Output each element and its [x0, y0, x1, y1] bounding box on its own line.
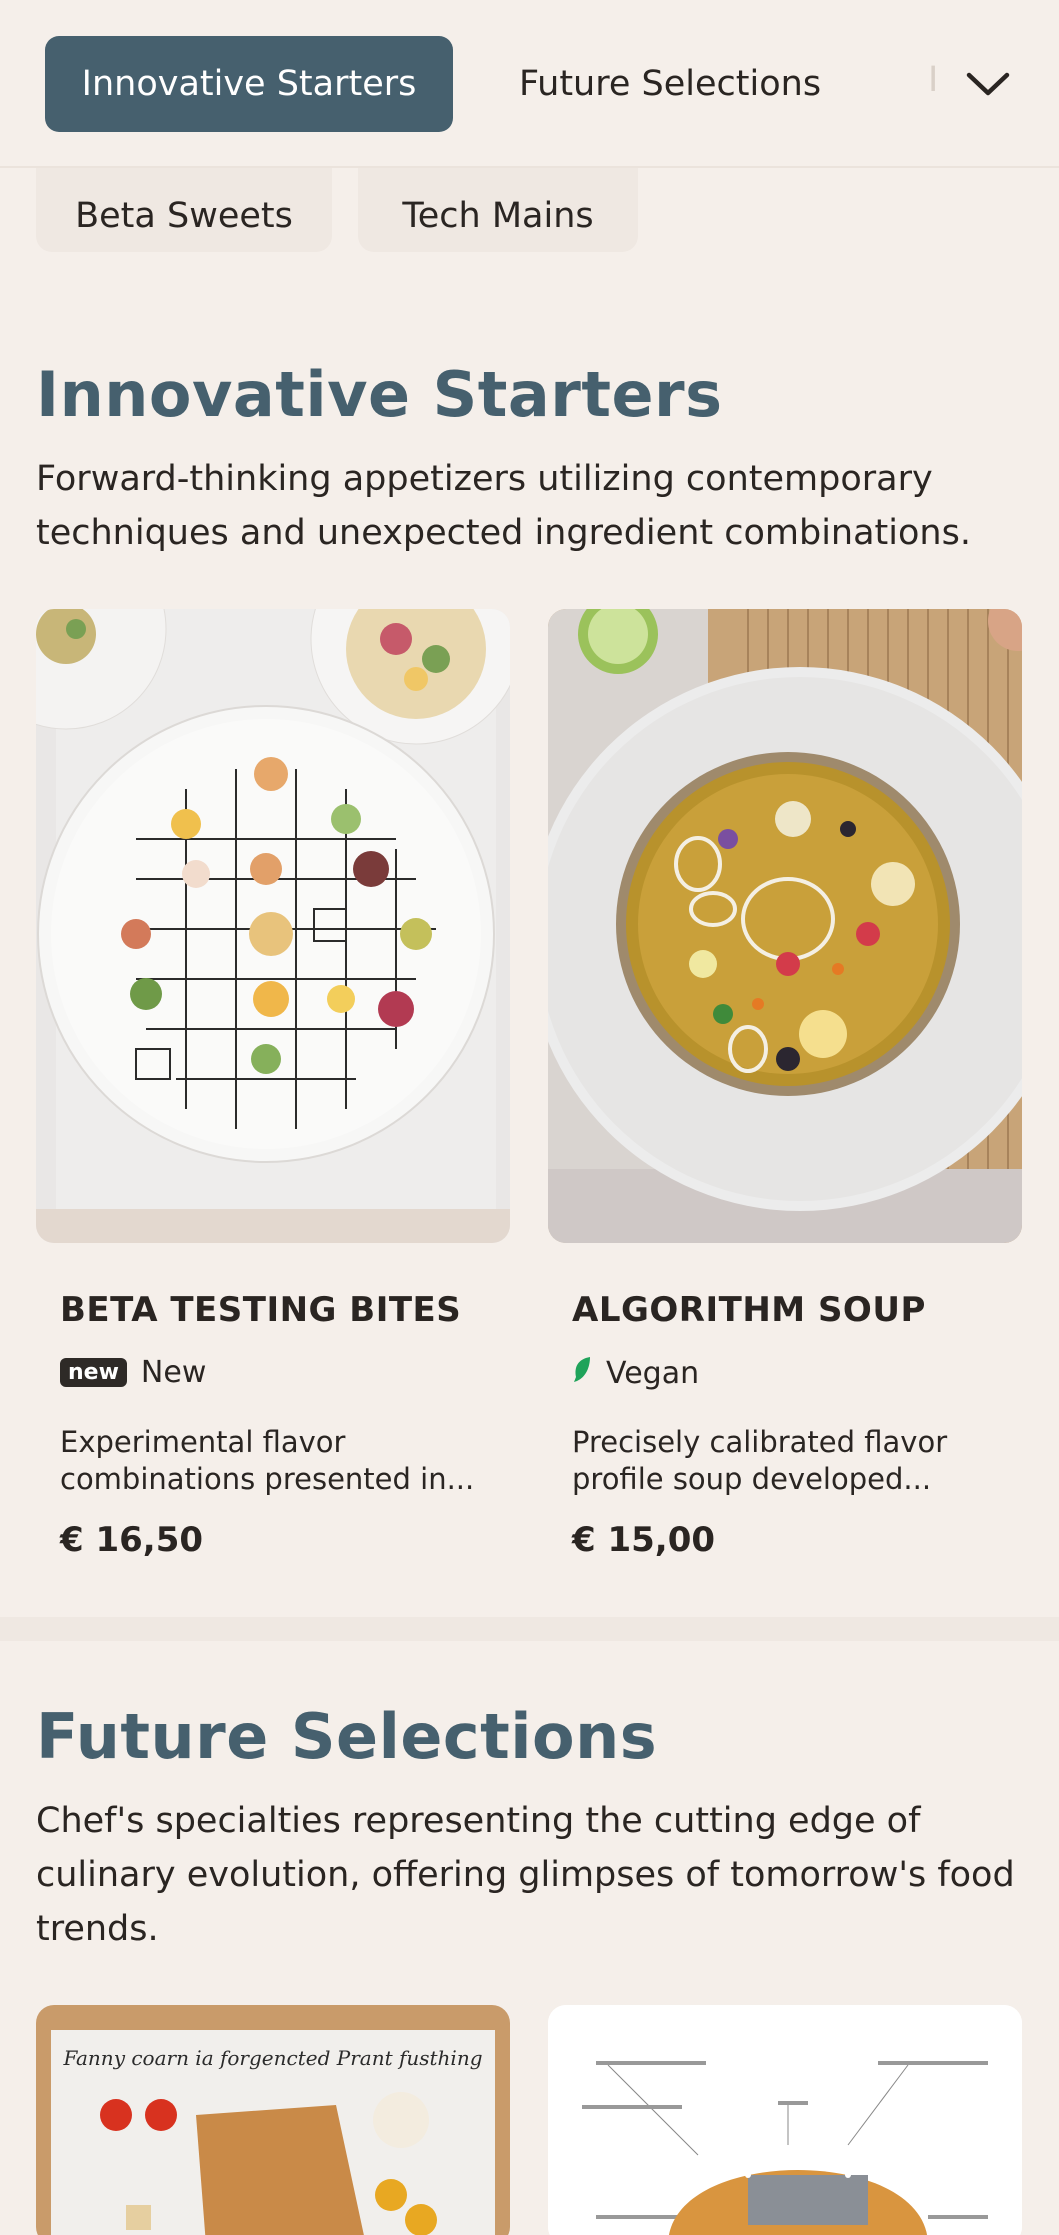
item-tag: new New — [60, 1355, 206, 1390]
section-description: Chef's specialties representing the cutt… — [36, 1801, 1015, 1949]
section-description: Forward-thinking appetizers utilizing co… — [36, 459, 971, 553]
tab-overflow-label[interactable]: I — [928, 60, 938, 100]
dish-image-future-2[interactable] — [548, 2005, 1022, 2235]
image-caption-text: Fanny coarn ia forgencted Prant fusthing — [62, 2046, 482, 2070]
item-price: € 16,50 — [60, 1520, 204, 1560]
item-description: Experimental flavor combinations present… — [60, 1425, 475, 1496]
item-tag: Vegan — [572, 1355, 699, 1391]
item-tag-label: New — [140, 1355, 207, 1390]
item-description: Precisely calibrated flavor profile soup… — [572, 1425, 948, 1496]
section-title: Future Selections — [36, 1700, 658, 1773]
category-nav: Innovative Starters Future Selections I — [0, 0, 1059, 168]
section-divider — [0, 1617, 1059, 1641]
chip-tech-mains[interactable]: Tech Mains — [358, 160, 638, 252]
dish-image-beta-testing-bites[interactable] — [36, 609, 510, 1243]
item-name[interactable]: BETA TESTING BITES — [60, 1290, 461, 1330]
new-badge-icon: new — [60, 1358, 127, 1387]
item-name[interactable]: ALGORITHM SOUP — [572, 1290, 926, 1330]
section-title: Innovative Starters — [36, 358, 723, 431]
dish-image-algorithm-soup[interactable] — [548, 609, 1022, 1243]
tab-innovative-starters[interactable]: Innovative Starters — [45, 36, 453, 132]
tab-future-selections[interactable]: Future Selections — [490, 36, 850, 132]
chevron-down-icon[interactable] — [960, 56, 1016, 112]
chip-beta-sweets[interactable]: Beta Sweets — [36, 160, 332, 252]
item-price: € 15,00 — [572, 1520, 716, 1560]
dish-image-future-1[interactable]: Fanny coarn ia forgencted Prant fusthing — [36, 2005, 510, 2235]
leaf-icon — [572, 1355, 592, 1391]
item-tag-label: Vegan — [606, 1355, 700, 1391]
